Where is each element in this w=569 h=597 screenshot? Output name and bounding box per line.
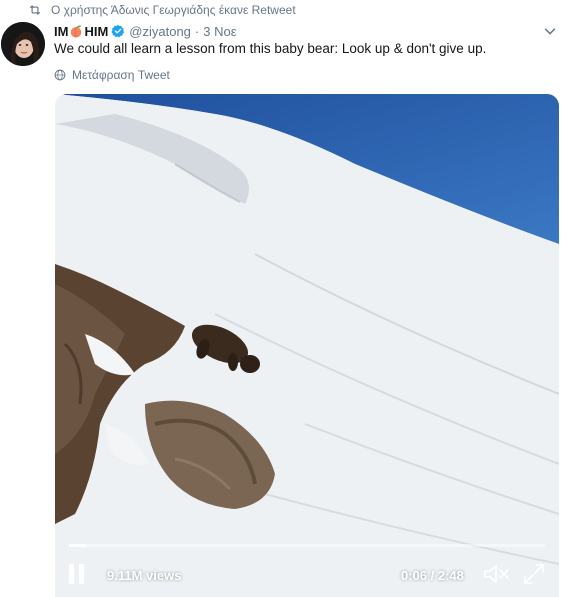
video-timecode: 0:06 / 2:48 [401,568,464,583]
translate-label: Μετάφραση Tweet [72,68,170,82]
globe-icon [54,69,66,81]
tweet-header: IM HIM @ziyatong · 3 Νοε [54,22,557,40]
tweet-timestamp[interactable]: 3 Νοε [203,24,236,39]
view-count: 9.11M views [107,568,182,583]
video-player[interactable]: 9.11M views 0:06 / 2:48 [55,94,559,597]
pause-icon-bar-right [79,564,84,584]
pause-button[interactable] [69,564,87,584]
retweet-text: Ο χρήστης Άδωνις Γεωργιάδης έκανε Retwee… [51,3,296,17]
video-progress-bar[interactable] [69,544,545,547]
author-name[interactable]: IM HIM [54,24,108,39]
chevron-down-icon[interactable] [543,24,557,38]
mute-button[interactable] [483,563,511,585]
separator-dot: · [194,23,200,39]
author-name-suffix: HIM [84,23,109,39]
video-controls: 9.11M views 0:06 / 2:48 [55,554,559,597]
retweet-indicator[interactable]: Ο χρήστης Άδωνις Γεωργιάδης έκανε Retwee… [28,2,296,18]
video-frame [55,94,559,597]
pause-icon-bar-left [69,564,74,584]
peach-icon [71,25,82,38]
retweet-icon [29,5,41,15]
avatar-image [1,22,45,66]
verified-badge-icon [111,24,125,38]
fullscreen-button[interactable] [523,563,545,585]
video-progress-fill [69,544,87,547]
avatar[interactable] [1,22,45,66]
author-name-prefix: IM [54,23,69,39]
translate-tweet-link[interactable]: Μετάφραση Tweet [54,68,170,82]
author-handle[interactable]: @ziyatong [129,24,191,39]
tweet-text: We could all learn a lesson from this ba… [54,41,487,56]
